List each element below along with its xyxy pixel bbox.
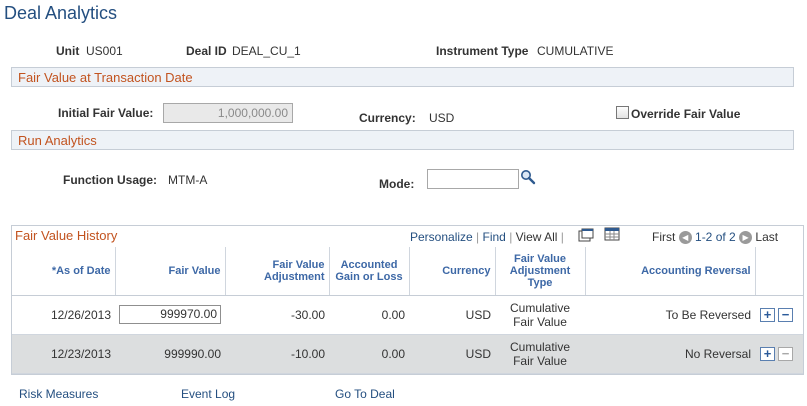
table-row: 12/26/2013 999970.00 -30.00 0.00 USD Cum…: [12, 295, 803, 335]
currency-label: Currency:: [359, 111, 416, 125]
fair-value-cell: 999990.00: [115, 334, 225, 374]
add-row-icon[interactable]: +: [760, 307, 775, 322]
column-header-fv-adjustment[interactable]: Fair Value Adjustment: [225, 247, 330, 296]
gain-loss-cell: 0.00: [329, 295, 409, 335]
gain-loss-cell: 0.00: [329, 334, 409, 374]
view-all-link[interactable]: View All: [516, 230, 558, 244]
run-analytics-section-header: Run Analytics: [11, 130, 794, 150]
override-fair-value-checkbox[interactable]: [616, 106, 629, 119]
fair-value-section-header: Fair Value at Transaction Date: [11, 67, 794, 87]
lookup-icon[interactable]: [520, 169, 536, 185]
fair-value-cell: 999970.00: [115, 295, 225, 335]
column-header-as-of-date[interactable]: *As of Date: [12, 247, 116, 296]
column-header-fair-value[interactable]: Fair Value: [115, 247, 226, 296]
page-title: Deal Analytics: [4, 3, 118, 23]
unit-label: Unit: [56, 44, 80, 58]
event-log-link[interactable]: Event Log: [181, 387, 235, 401]
deal-id-value: DEAL_CU_1: [232, 44, 301, 58]
column-header-currency[interactable]: Currency: [409, 247, 496, 296]
mode-label: Mode:: [379, 177, 415, 191]
fv-adjustment-cell: -10.00: [225, 334, 329, 374]
initial-fair-value-label: Initial Fair Value:: [58, 106, 154, 120]
as-of-date-cell: 12/26/2013: [12, 295, 115, 335]
initial-fair-value-input: 1,000,000.00: [163, 103, 293, 123]
personalize-link[interactable]: Personalize: [410, 230, 473, 244]
column-header-gain-loss[interactable]: Accounted Gain or Loss: [329, 247, 410, 296]
fair-value-history-title: Fair Value History: [15, 228, 118, 243]
override-fair-value-label: Override Fair Value: [631, 107, 741, 121]
range-label: 1-2 of 2: [695, 230, 736, 244]
currency-cell: USD: [409, 334, 495, 374]
row-actions-cell: + −: [755, 334, 803, 374]
fv-adj-type-cell: Cumulative Fair Value: [495, 295, 585, 335]
function-usage-label: Function Usage:: [63, 173, 158, 187]
unit-value: US001: [86, 44, 123, 58]
function-usage-value: MTM-A: [168, 173, 208, 187]
instrument-type-label: Instrument Type: [436, 44, 529, 58]
previous-arrow-icon: ◀: [678, 231, 692, 245]
deal-id-label: Deal ID: [186, 44, 227, 58]
fair-value-input[interactable]: 999970.00: [119, 305, 221, 324]
table-row: 12/23/2013 999990.00 -10.00 0.00 USD Cum…: [12, 334, 803, 374]
fv-adj-type-cell: Cumulative Fair Value: [495, 334, 585, 374]
column-header-fv-adj-type[interactable]: Fair Value Adjustment Type: [495, 247, 586, 296]
column-header-actions: [755, 247, 803, 296]
download-grid-icon[interactable]: [604, 227, 620, 241]
row-actions-cell: + −: [755, 295, 803, 335]
go-to-deal-link[interactable]: Go To Deal: [335, 387, 395, 401]
mode-input[interactable]: [427, 169, 519, 189]
as-of-date-cell: 12/23/2013: [12, 334, 115, 374]
currency-cell: USD: [409, 295, 495, 335]
fair-value-history-table: *As of Date Fair Value Fair Value Adjust…: [12, 247, 803, 374]
delete-row-icon: −: [778, 346, 793, 361]
table-header-row: *As of Date Fair Value Fair Value Adjust…: [12, 247, 803, 296]
last-label: Last: [755, 230, 779, 244]
column-header-accounting-reversal[interactable]: Accounting Reversal: [585, 247, 756, 296]
first-label: First: [652, 230, 676, 244]
next-arrow-icon: ▶: [739, 231, 753, 245]
new-window-icon[interactable]: [578, 228, 594, 242]
fv-adjustment-cell: -30.00: [225, 295, 329, 335]
instrument-type-value: CUMULATIVE: [537, 44, 614, 58]
delete-row-icon[interactable]: −: [778, 307, 793, 322]
currency-value: USD: [429, 111, 455, 125]
accounting-reversal-cell: To Be Reversed: [585, 295, 755, 335]
add-row-icon[interactable]: +: [760, 346, 775, 361]
accounting-reversal-cell: No Reversal: [585, 334, 755, 374]
risk-measures-link[interactable]: Risk Measures: [19, 387, 98, 401]
find-link[interactable]: Find: [483, 230, 506, 244]
